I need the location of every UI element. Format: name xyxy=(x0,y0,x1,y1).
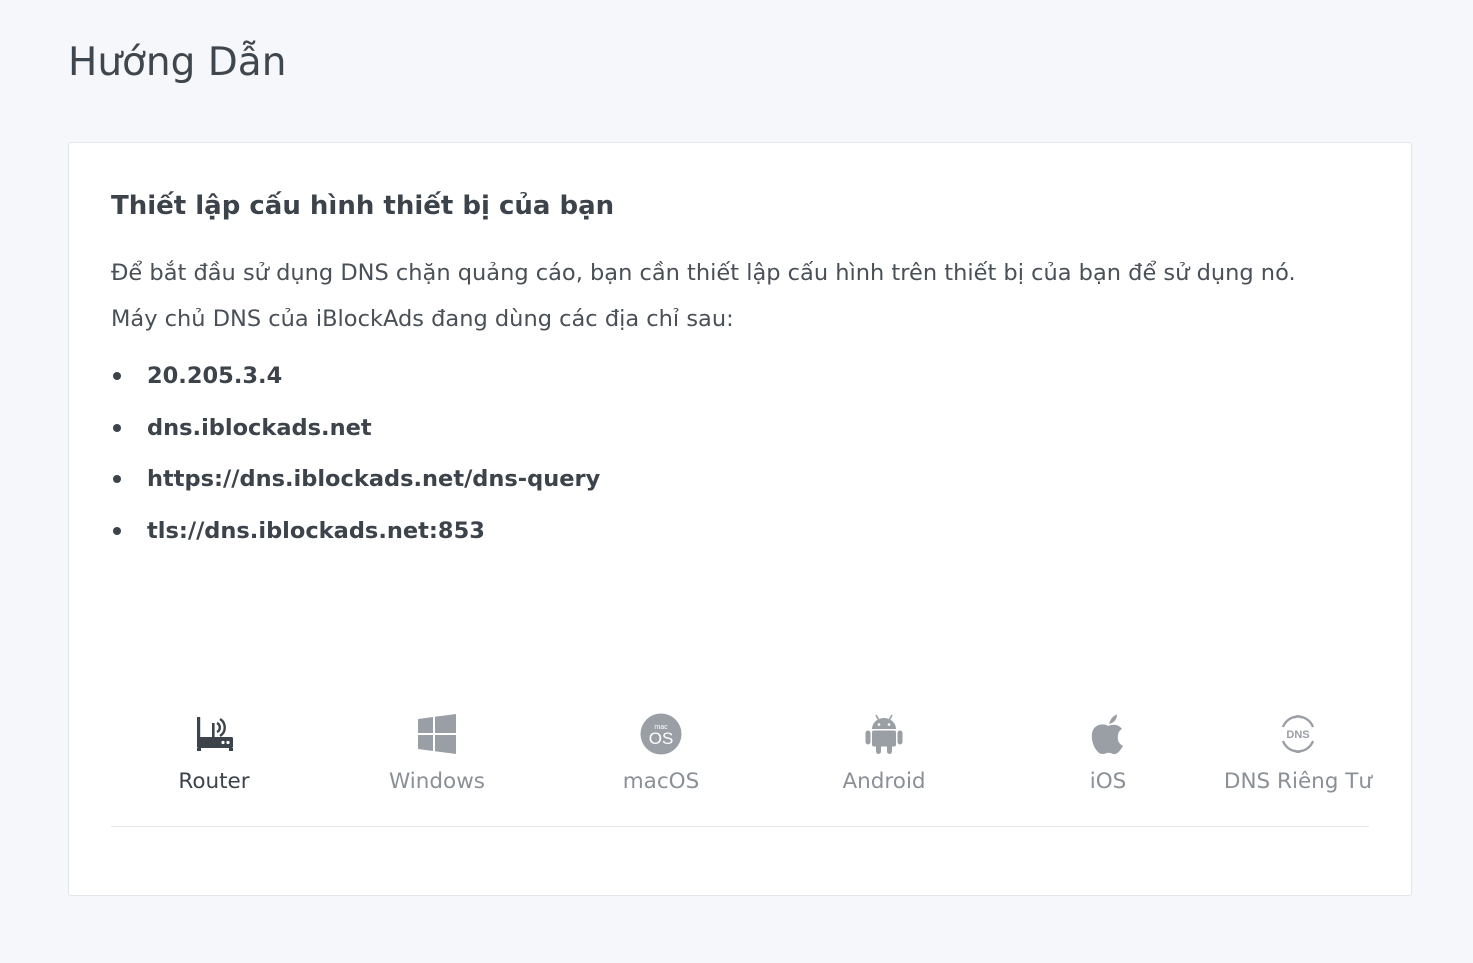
router-icon xyxy=(197,717,233,751)
tab-ios[interactable]: iOS xyxy=(1008,701,1208,811)
description-line-1: Để bắt đầu sử dụng DNS chặn quảng cáo, b… xyxy=(111,260,1296,286)
dns-address-dot: tls://dns.iblockads.net:853 xyxy=(111,508,600,560)
tab-private-dns[interactable]: DNS DNS Riêng Tư xyxy=(1198,701,1398,811)
card-description: Để bắt đầu sử dụng DNS chặn quảng cáo, b… xyxy=(111,250,1371,342)
tab-macos-label: macOS xyxy=(622,769,700,794)
tab-ios-label: iOS xyxy=(1089,769,1127,794)
device-tabs: Router Windows mac OS macOS Android iOS … xyxy=(111,701,1372,827)
tab-private-dns-label: DNS Riêng Tư xyxy=(1223,769,1373,794)
setup-card: Thiết lập cấu hình thiết bị của bạn Để b… xyxy=(68,142,1412,896)
macos-icon: mac OS xyxy=(640,713,682,755)
tab-windows[interactable]: Windows xyxy=(337,701,537,811)
apple-icon xyxy=(1091,714,1123,755)
description-line-2: Máy chủ DNS của iBlockAds đang dùng các … xyxy=(111,306,734,332)
tab-router-label: Router xyxy=(178,769,250,794)
svg-text:DNS: DNS xyxy=(1286,729,1309,741)
tab-android[interactable]: Android xyxy=(784,701,984,811)
dns-address-list: 20.205.3.4 dns.iblockads.net https://dns… xyxy=(111,353,600,560)
tab-router[interactable]: Router xyxy=(114,701,314,811)
android-icon xyxy=(865,714,903,754)
dns-address-hostname: dns.iblockads.net xyxy=(111,405,600,457)
dns-address-doh: https://dns.iblockads.net/dns-query xyxy=(111,456,600,508)
card-title: Thiết lập cấu hình thiết bị của bạn xyxy=(111,191,615,221)
page-title: Hướng Dẫn xyxy=(68,40,287,85)
tab-android-label: Android xyxy=(842,769,926,794)
dns-icon: DNS xyxy=(1281,715,1315,753)
dns-address-ip: 20.205.3.4 xyxy=(111,353,600,405)
svg-text:OS: OS xyxy=(649,729,674,748)
windows-icon xyxy=(418,714,456,754)
tab-windows-label: Windows xyxy=(389,769,485,794)
tab-macos[interactable]: mac OS macOS xyxy=(561,701,761,811)
